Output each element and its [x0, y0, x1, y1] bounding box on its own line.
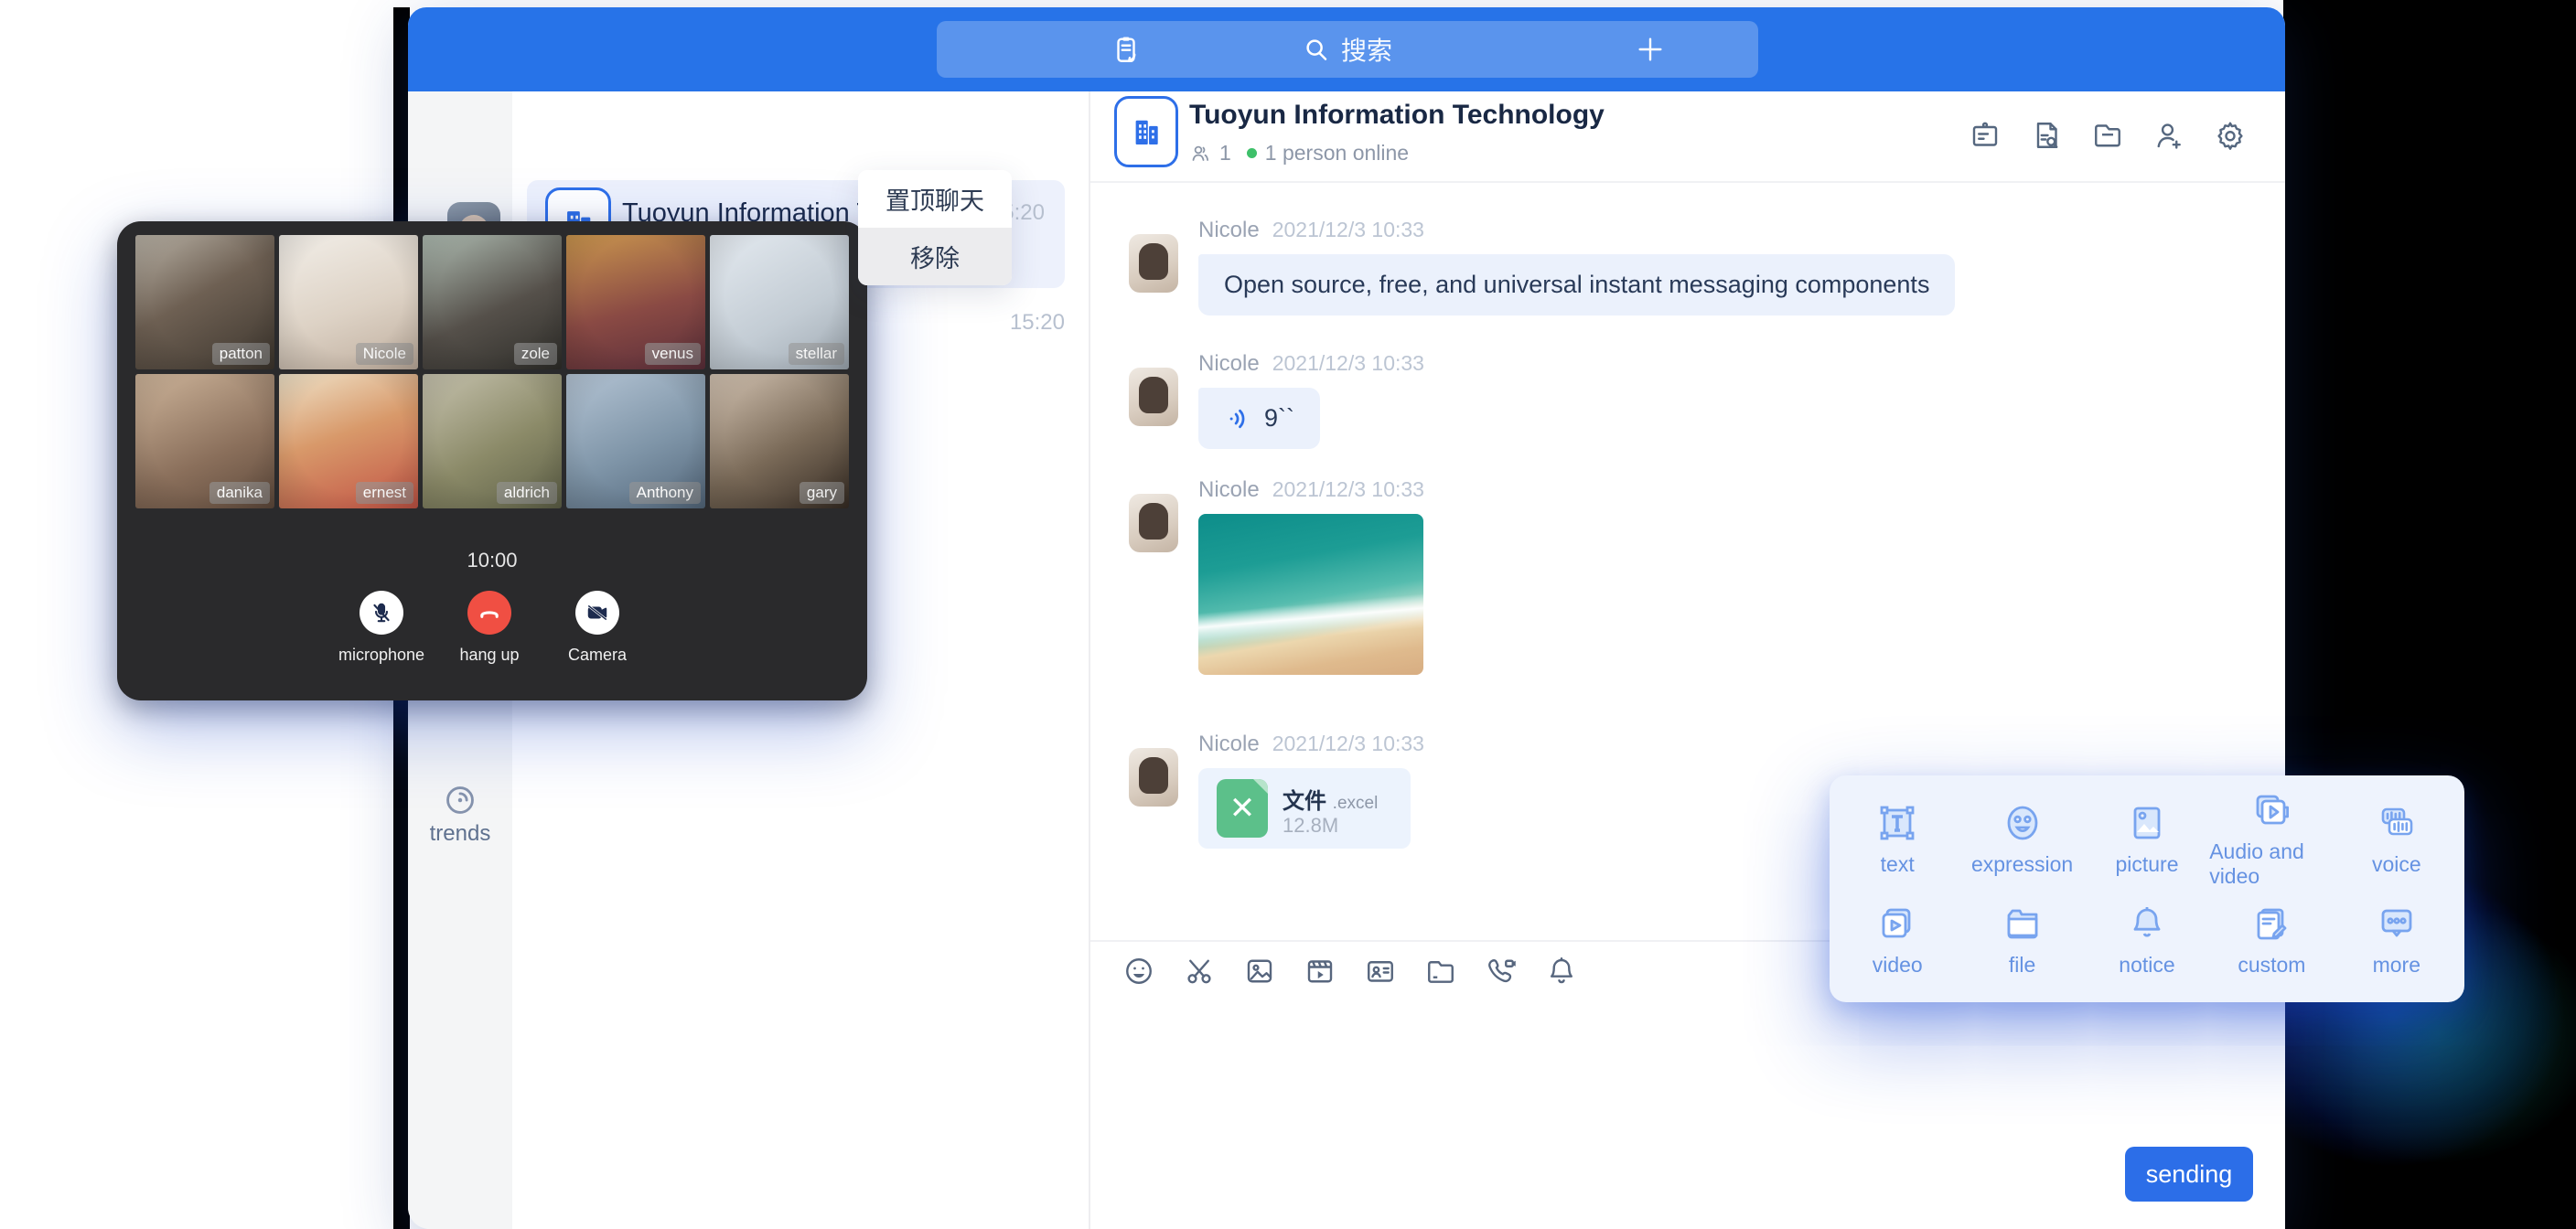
voice-icon	[2375, 801, 2419, 845]
call-timer: 10:00	[117, 549, 867, 572]
file-message[interactable]: ✕ 文件 .excel 12.8M	[1198, 768, 1411, 849]
camera-muted-icon[interactable]	[575, 591, 619, 635]
participant-tile[interactable]: Anthony	[566, 374, 705, 508]
decorative-dark-band	[2283, 0, 2576, 1229]
participant-tile[interactable]: zole	[423, 235, 562, 369]
bell-icon[interactable]	[1545, 955, 1578, 988]
participant-tile[interactable]: ernest	[279, 374, 418, 508]
hangup-label: hang up	[435, 646, 544, 665]
folder-icon[interactable]	[1424, 955, 1457, 988]
search-placeholder[interactable]: 搜索	[1341, 31, 1392, 68]
page: 搜索 tre	[0, 0, 2576, 1229]
video-call-panel: patton Nicole zole venus stellar danika …	[117, 221, 867, 700]
avatar[interactable]	[1129, 748, 1178, 807]
menu-item-remove[interactable]: 移除	[858, 228, 1012, 285]
sender-name: Nicole	[1198, 477, 1260, 502]
mic-control: microphone	[327, 591, 436, 665]
participant-tile[interactable]: aldrich	[423, 374, 562, 508]
folder-icon[interactable]	[2091, 119, 2124, 152]
voice-bubble[interactable]: 9``	[1198, 388, 1320, 449]
mic-label: microphone	[327, 646, 436, 665]
file-size: 12.8M	[1283, 814, 1338, 838]
message-time: 2021/12/3 10:33	[1272, 732, 1424, 755]
add-person-icon[interactable]	[2152, 119, 2185, 152]
board-icon[interactable]	[1969, 119, 2002, 152]
doc-search-icon[interactable]	[2030, 119, 2063, 152]
menu-item-pin-chat[interactable]: 置顶聊天	[858, 170, 1012, 228]
popup-item-file[interactable]: file	[1959, 889, 2084, 989]
voice-wave-icon	[1224, 405, 1251, 433]
message-input-area[interactable]: sending	[1090, 1000, 2285, 1229]
context-menu: 置顶聊天 移除	[858, 170, 1012, 285]
chat-panel: Tuoyun Information Technology 1 1 person…	[1090, 91, 2285, 1229]
popup-item-more[interactable]: more	[2334, 889, 2459, 989]
nav-item-trends[interactable]: trends	[408, 783, 512, 847]
conversation2-time: 15:20	[1010, 310, 1065, 336]
scissors-icon[interactable]	[1183, 955, 1216, 988]
camera-control: Camera	[542, 591, 652, 665]
text-icon	[1875, 801, 1919, 845]
message-type-popup: text expression picture Audio and video	[1830, 775, 2464, 1002]
expression-icon	[2001, 801, 2045, 845]
participant-tile[interactable]: danika	[135, 374, 274, 508]
participant-tile[interactable]: patton	[135, 235, 274, 369]
message-time: 2021/12/3 10:33	[1272, 218, 1424, 241]
trends-label: trends	[408, 821, 512, 847]
call-icon[interactable]	[1485, 955, 1518, 988]
popup-item-expression[interactable]: expression	[1959, 788, 2084, 889]
search-bar[interactable]: 搜索	[937, 21, 1758, 78]
sender-name: Nicole	[1198, 351, 1260, 376]
video-icon[interactable]	[1304, 955, 1336, 988]
audio-video-icon	[2249, 788, 2293, 832]
text-bubble[interactable]: Open source, free, and universal instant…	[1198, 254, 1955, 315]
popup-item-picture[interactable]: picture	[2085, 788, 2209, 889]
image-message-beach[interactable]	[1198, 514, 1423, 675]
popup-item-text[interactable]: text	[1835, 788, 1959, 889]
online-dot	[1247, 148, 1257, 158]
message-time: 2021/12/3 10:33	[1272, 477, 1424, 501]
online-status: 1 person online	[1265, 141, 1409, 166]
more-icon	[2375, 902, 2419, 946]
contact-card-icon[interactable]	[1364, 955, 1397, 988]
participant-tile[interactable]: gary	[710, 374, 849, 508]
members-icon	[1189, 143, 1211, 165]
popup-item-video[interactable]: video	[1835, 889, 1959, 989]
participant-grid: patton Nicole zole venus stellar danika …	[135, 235, 849, 508]
plus-icon[interactable]	[1636, 35, 1665, 64]
avatar[interactable]	[1129, 234, 1178, 293]
camera-label: Camera	[542, 646, 652, 665]
popup-item-voice[interactable]: voice	[2334, 788, 2459, 889]
emoji-icon[interactable]	[1122, 955, 1155, 988]
member-count: 1	[1219, 141, 1231, 166]
custom-icon	[2249, 902, 2293, 946]
file-icon	[2001, 902, 2045, 946]
mic-muted-icon[interactable]	[360, 591, 403, 635]
popup-item-audio-video[interactable]: Audio and video	[2209, 788, 2334, 889]
picture-icon	[2125, 801, 2169, 845]
avatar[interactable]	[1129, 368, 1178, 426]
send-button[interactable]: sending	[2125, 1147, 2253, 1202]
top-bar: 搜索	[408, 7, 2285, 91]
popup-item-notice[interactable]: notice	[2085, 889, 2209, 989]
picture-icon[interactable]	[1243, 955, 1276, 988]
sender-name: Nicole	[1198, 732, 1260, 756]
participant-tile[interactable]: Nicole	[279, 235, 418, 369]
excel-file-icon: ✕	[1217, 779, 1268, 838]
notice-icon	[2125, 902, 2169, 946]
message-time: 2021/12/3 10:33	[1272, 351, 1424, 375]
avatar[interactable]	[1129, 494, 1178, 552]
search-icon	[1303, 36, 1330, 63]
video-icon	[1875, 902, 1919, 946]
sender-name: Nicole	[1198, 218, 1260, 242]
participant-tile[interactable]: venus	[566, 235, 705, 369]
chat-title: Tuoyun Information Technology	[1189, 100, 1605, 131]
hangup-control: hang up	[435, 591, 544, 665]
popup-item-custom[interactable]: custom	[2209, 889, 2334, 989]
gear-icon[interactable]	[2214, 119, 2247, 152]
organization-icon	[1114, 96, 1178, 167]
chat-header: Tuoyun Information Technology 1 1 person…	[1090, 91, 2285, 183]
trends-icon	[443, 783, 478, 818]
participant-tile[interactable]: stellar	[710, 235, 849, 369]
hangup-icon[interactable]	[467, 591, 511, 635]
